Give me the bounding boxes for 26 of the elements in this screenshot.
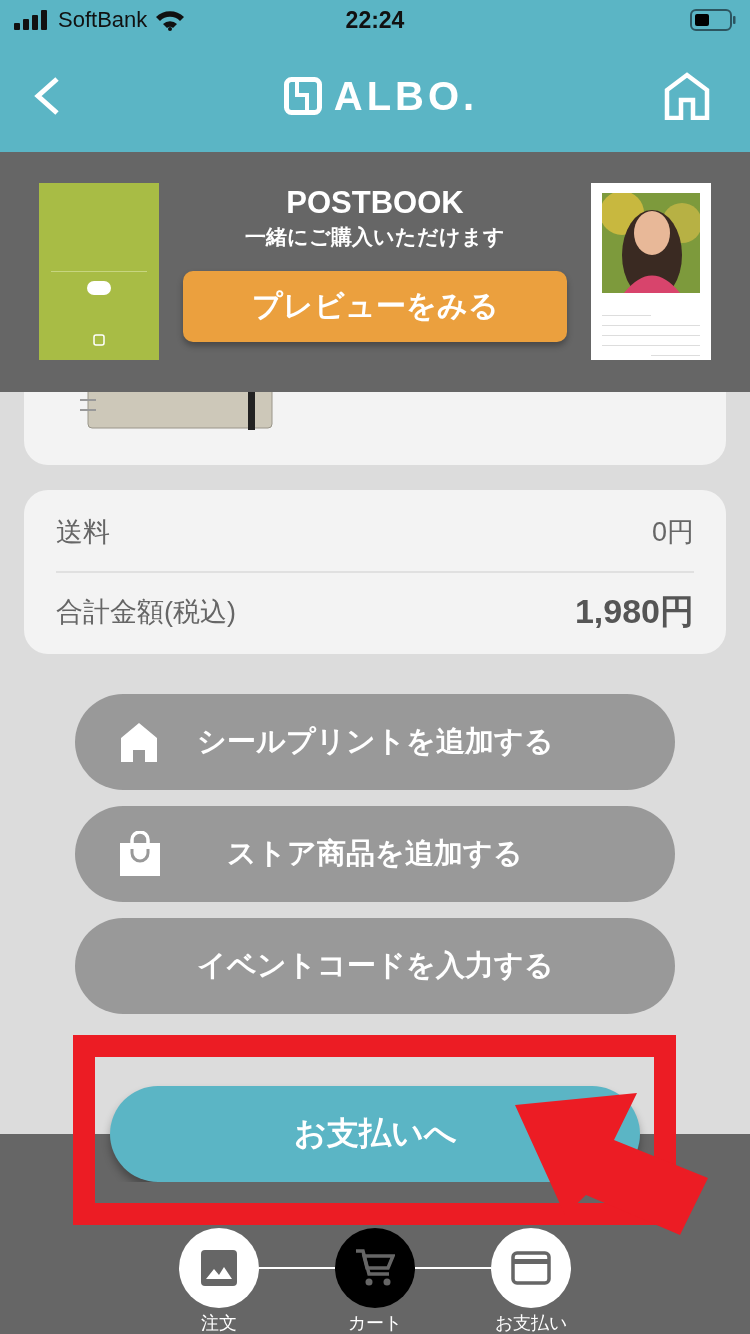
add-button[interactable]: イベントコードを入力する (75, 918, 675, 1014)
summary-value: 0円 (651, 516, 694, 549)
summary-label: 合計金額(税込) (56, 596, 236, 629)
signal-icon (14, 10, 50, 30)
bag-icon (119, 831, 161, 877)
add-button[interactable]: ストア商品を追加する (75, 806, 675, 902)
preview-button[interactable]: プレビューをみる (183, 271, 567, 342)
promo-subtitle: 一緒にご購入いただけます (245, 224, 505, 250)
add-button[interactable]: シールプリントを追加する (75, 694, 675, 790)
summary-value: 1,980円 (574, 591, 694, 632)
logo-text: ALBO. (333, 73, 479, 119)
step-label: カート (348, 1312, 402, 1334)
clock-time: 22:24 (345, 6, 405, 34)
wifi-icon (155, 9, 186, 31)
cart-icon (355, 1248, 395, 1288)
house-icon (119, 722, 159, 762)
battery-icon (690, 9, 736, 31)
summary-label: 送料 (56, 516, 110, 549)
home-icon[interactable] (664, 72, 710, 120)
image-icon (200, 1249, 238, 1287)
promo-title: POSTBOOK (286, 185, 464, 221)
logo-icon (283, 77, 322, 115)
step-label: お支払い (495, 1312, 567, 1334)
carrier-name: SoftBank (58, 7, 148, 33)
step-label: 注文 (201, 1312, 237, 1334)
credit-card-icon (511, 1251, 551, 1285)
